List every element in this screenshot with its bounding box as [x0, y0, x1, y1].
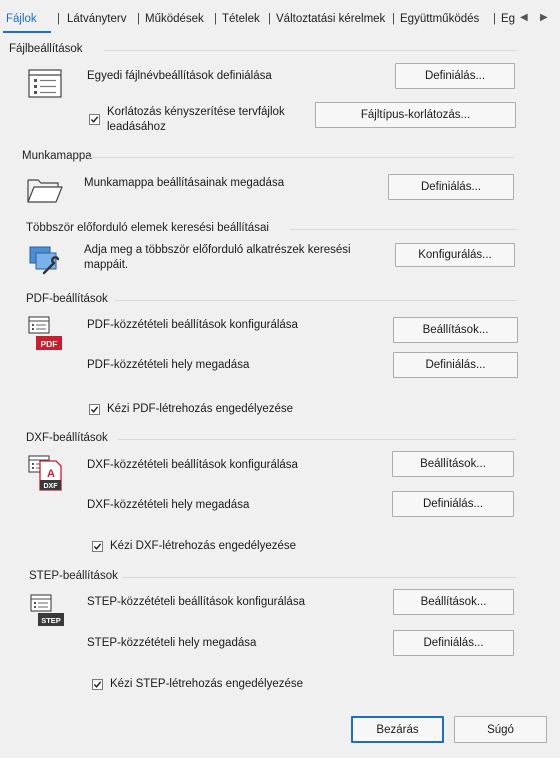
restrict-checkbox-label: Korlátozás kényszerítése tervfájlok lead… — [107, 106, 285, 133]
section-title-dxf: DXF-beállítások — [26, 432, 108, 444]
pdf-location-label: PDF-közzétételi hely megadása — [87, 359, 250, 371]
restrict-checkbox[interactable] — [89, 114, 100, 125]
svg-text:A: A — [47, 468, 55, 480]
dxf-manual-checkbox[interactable] — [92, 541, 103, 552]
pdf-settings-button[interactable]: Beállítások... — [393, 317, 518, 343]
step-manual-checkbox[interactable] — [92, 679, 103, 690]
workspace-label: Munkamappa beállításainak megadása — [84, 177, 285, 189]
active-tab-indicator — [3, 31, 51, 33]
step-manual-checkbox-label: Kézi STEP-létrehozás engedélyezése — [110, 678, 304, 690]
step-document-icon: STEP — [30, 594, 66, 628]
tab-tetelek[interactable]: Tételek — [222, 13, 260, 25]
file-naming-define-button[interactable]: Definiálás... — [395, 63, 515, 89]
pdf-location-define-button[interactable]: Definiálás... — [393, 352, 518, 378]
tab-separator: | — [493, 13, 496, 25]
tab-scroll-right-icon[interactable]: ▶ — [540, 12, 548, 23]
section-title-files: Fájlbeállítások — [9, 43, 83, 55]
tab-separator: | — [137, 13, 140, 25]
tab-separator: | — [392, 13, 395, 25]
svg-text:DXF: DXF — [44, 483, 59, 490]
svg-text:PDF: PDF — [41, 339, 58, 349]
step-settings-button[interactable]: Beállítások... — [393, 589, 514, 615]
file-naming-icon — [28, 68, 64, 100]
close-button[interactable]: Bezárás — [351, 716, 444, 743]
pdf-manual-checkbox-label: Kézi PDF-létrehozás engedélyezése — [107, 403, 294, 415]
file-type-restriction-button[interactable]: Fájltípus-korlátozás... — [315, 102, 516, 128]
checkmark-icon — [90, 406, 99, 413]
section-divider — [104, 50, 516, 51]
checkmark-icon — [93, 543, 102, 550]
folder-icon — [26, 176, 64, 204]
tab-scroll-left-icon[interactable]: ◀ — [520, 12, 528, 23]
tab-eg[interactable]: Eg — [501, 13, 515, 25]
dxf-location-define-button[interactable]: Definiálás... — [392, 491, 514, 517]
tab-separator: | — [57, 13, 60, 25]
tab-bar: Fájlok | Látványterv | Működések | Tétel… — [0, 0, 560, 38]
section-divider — [118, 439, 516, 440]
section-divider — [122, 577, 516, 578]
section-title-multi: Többször előforduló elemek keresési beál… — [26, 222, 269, 234]
svg-text:STEP: STEP — [41, 616, 61, 625]
tab-valtoztatasi-kerelmek[interactable]: Változtatási kérelmek — [276, 13, 385, 25]
dxf-config-label: DXF-közzétételi beállítások konfigurálás… — [87, 459, 298, 471]
pdf-config-label: PDF-közzétételi beállítások konfigurálás… — [87, 319, 298, 331]
section-divider — [88, 157, 514, 158]
tab-fajlok[interactable]: Fájlok — [6, 13, 37, 25]
file-naming-label: Egyedi fájlnévbeállítások definiálása — [87, 70, 272, 82]
dxf-location-label: DXF-közzétételi hely megadása — [87, 499, 250, 511]
multi-occurrence-label: Adja meg a többször előforduló alkatrész… — [84, 244, 351, 271]
tab-latvanyterv[interactable]: Látványterv — [67, 13, 126, 25]
section-title-step: STEP-beállítások — [29, 570, 118, 582]
tab-egyuttmukodes[interactable]: Együttműködés — [400, 13, 479, 25]
checkmark-icon — [93, 681, 102, 688]
step-config-label: STEP-közzétételi beállítások konfigurálá… — [87, 596, 305, 608]
help-button[interactable]: Súgó — [454, 716, 547, 743]
section-divider — [290, 229, 516, 230]
tab-separator: | — [214, 13, 217, 25]
multi-occurrence-search-icon — [28, 245, 62, 275]
dxf-document-icon: A DXF — [28, 455, 64, 491]
section-divider — [115, 300, 516, 301]
step-location-label: STEP-közzétételi hely megadása — [87, 637, 257, 649]
step-location-define-button[interactable]: Definiálás... — [393, 630, 514, 656]
checkmark-icon — [90, 116, 99, 123]
section-title-workspace: Munkamappa — [22, 150, 92, 162]
tab-mukodesek[interactable]: Működések — [145, 13, 204, 25]
pdf-document-icon: PDF — [28, 316, 64, 352]
dxf-settings-button[interactable]: Beállítások... — [392, 451, 514, 477]
tab-separator: | — [268, 13, 271, 25]
section-title-pdf: PDF-beállítások — [26, 293, 108, 305]
workspace-define-button[interactable]: Definiálás... — [388, 174, 514, 200]
multi-occurrence-configure-button[interactable]: Konfigurálás... — [395, 243, 515, 267]
pdf-manual-checkbox[interactable] — [89, 404, 100, 415]
dxf-manual-checkbox-label: Kézi DXF-létrehozás engedélyezése — [110, 540, 297, 552]
